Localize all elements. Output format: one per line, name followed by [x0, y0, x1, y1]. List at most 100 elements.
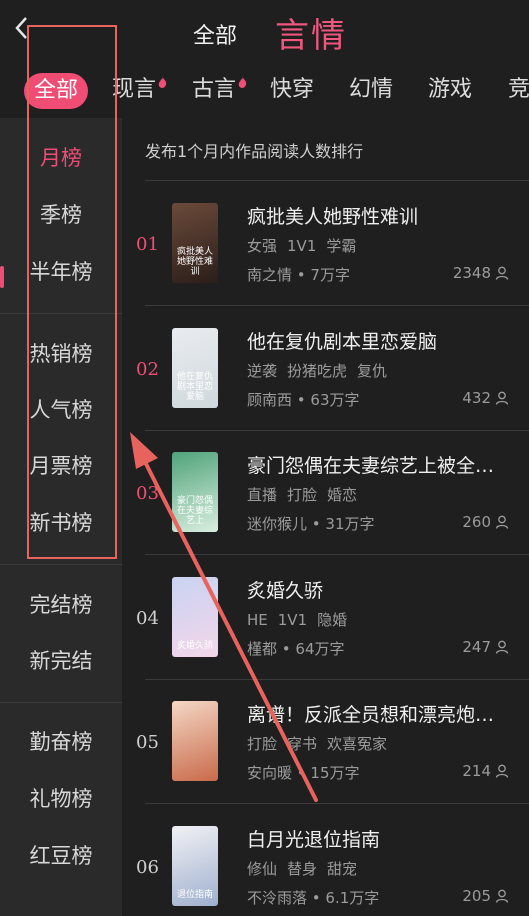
book-meta: 不泠雨落 • 6.1万字: [247, 887, 379, 908]
author-name: 迷你猴儿: [247, 515, 308, 533]
book-meta: 南之情 • 7万字: [247, 264, 350, 285]
read-count: 247: [462, 638, 509, 656]
reader-count: 260: [462, 513, 491, 531]
hot-flame-icon: [238, 73, 247, 88]
book-tags: 直播 打脸 婚恋: [247, 484, 367, 505]
tab-category-1[interactable]: 现言: [112, 70, 156, 110]
tab-category-4[interactable]: 幻情: [349, 70, 393, 110]
book-tags: 女强 1V1 学霸: [247, 235, 366, 256]
sidebar-item-11[interactable]: 红豆榜: [0, 828, 122, 884]
word-count: 31万字: [325, 515, 375, 533]
book-cover[interactable]: 疯批美人她野性难训: [172, 203, 218, 283]
tab-category-6[interactable]: 竞: [508, 70, 529, 110]
rank-number: 05: [136, 732, 159, 753]
book-meta: 安向暖 • 15万字: [247, 762, 360, 783]
rank-number: 03: [136, 483, 159, 504]
book-tag: 替身: [287, 859, 318, 878]
reader-count: 2348: [452, 264, 491, 282]
book-tag: 欢喜冤家: [327, 735, 388, 753]
sidebar-divider: [0, 564, 122, 565]
book-title[interactable]: 他在复仇剧本里恋爱脑: [247, 327, 507, 354]
book-meta: 槿都 • 64万字: [247, 638, 345, 659]
cover-title-art: 他在复仇剧本里恋爱脑: [176, 371, 213, 402]
word-count: 63万字: [310, 390, 360, 409]
read-count: 432: [462, 389, 509, 407]
read-count: 205: [462, 887, 509, 905]
book-row[interactable]: 02 他在复仇剧本里恋爱脑 他在复仇剧本里恋爱脑 逆袭 扮猪吃虎 复仇 顾南西 • …: [122, 307, 529, 431]
word-count: 64万字: [295, 639, 345, 658]
person-icon: [495, 266, 509, 280]
book-cover[interactable]: 炙婚久骄: [172, 576, 218, 657]
rank-number: 06: [136, 856, 159, 878]
book-tag: 扮猪吃虎: [287, 361, 348, 380]
cover-title-art: 豪门怨偶在夫妻综艺上: [176, 496, 213, 526]
book-tag: 打脸: [247, 735, 278, 753]
book-tags: 修仙 替身 甜宠: [247, 858, 367, 879]
book-cover[interactable]: 退位指南: [172, 825, 218, 906]
book-tags: 打脸 穿书 欢喜冤家: [247, 733, 397, 754]
dot-separator: •: [281, 639, 296, 658]
person-icon: [495, 764, 509, 778]
book-tag: 打脸: [287, 486, 318, 504]
book-cover[interactable]: 他在复仇剧本里恋爱脑: [172, 327, 218, 408]
rank-number: 01: [136, 234, 159, 255]
cover-title-art: 疯批美人她野性难训: [176, 247, 213, 277]
book-row[interactable]: 03 豪门怨偶在夫妻综艺上 豪门怨偶在夫妻综艺上被全网嗑疯 直播 打脸 婚恋 迷你猴…: [122, 431, 529, 555]
hot-flame-icon: [158, 73, 167, 88]
book-cover[interactable]: [172, 701, 218, 781]
author-name: 不泠雨落: [247, 888, 308, 907]
book-tag: HE: [247, 610, 268, 629]
book-tag: 穿书: [287, 735, 318, 753]
tab-category-2[interactable]: 古言: [192, 70, 236, 110]
tab-category-5[interactable]: 游戏: [428, 70, 472, 110]
sidebar-item-9[interactable]: 勤奋榜: [0, 714, 122, 770]
rank-number: 04: [136, 607, 159, 629]
book-row[interactable]: 04 炙婚久骄 炙婚久骄 HE 1V1 隐婚 槿都 • 64万字 247: [122, 556, 529, 680]
book-tag: 1V1: [287, 237, 317, 255]
sidebar-item-8[interactable]: 新完结: [0, 633, 122, 689]
book-tags: 逆袭 扮猪吃虎 复仇: [247, 360, 397, 381]
word-count: 15万字: [310, 764, 360, 782]
word-count: 6.1万字: [325, 888, 380, 907]
book-title[interactable]: 炙婚久骄: [247, 576, 507, 603]
book-row[interactable]: 05 离谱！反派全员想和漂亮炮灰贴贴 打脸 穿书 欢喜冤家 安向暖 • 15万字 2…: [122, 680, 529, 804]
book-meta: 顾南西 • 63万字: [247, 389, 360, 410]
author-name: 顾南西: [247, 390, 293, 409]
book-tag: 修仙: [247, 859, 278, 878]
sidebar-item-7[interactable]: 完结榜: [0, 577, 122, 633]
read-count: 214: [462, 762, 509, 780]
dot-separator: •: [296, 764, 311, 782]
author-name: 南之情: [247, 266, 293, 284]
sidebar-item-10[interactable]: 礼物榜: [0, 771, 122, 827]
book-tag: 婚恋: [327, 486, 358, 504]
divider: [145, 180, 529, 181]
book-title[interactable]: 离谱！反派全员想和漂亮炮灰贴贴: [247, 700, 507, 727]
book-title[interactable]: 疯批美人她野性难训: [247, 202, 507, 229]
book-cover[interactable]: 豪门怨偶在夫妻综艺上: [172, 452, 218, 532]
person-icon: [495, 889, 509, 903]
tab-all-header[interactable]: 全部: [193, 18, 237, 50]
book-title[interactable]: 豪门怨偶在夫妻综艺上被全网嗑疯: [247, 451, 507, 478]
reader-count: 247: [462, 637, 491, 656]
tab-category-3[interactable]: 快穿: [270, 70, 314, 110]
ranking-subtitle: 发布1个月内作品阅读人数排行: [145, 142, 364, 161]
book-tags: HE 1V1 隐婚: [247, 609, 357, 630]
author-name: 槿都: [247, 639, 278, 658]
person-icon: [495, 515, 509, 529]
dot-separator: •: [311, 515, 326, 533]
cover-title-art: 炙婚久骄: [176, 640, 213, 651]
dot-separator: •: [311, 888, 326, 907]
book-tag: 甜宠: [327, 859, 358, 878]
page-title: 言情: [275, 16, 347, 56]
dot-separator: •: [296, 266, 311, 284]
book-row[interactable]: 01 疯批美人她野性难训 疯批美人她野性难训 女强 1V1 学霸 南之情 • 7万字…: [122, 182, 529, 306]
reader-count: 432: [462, 388, 491, 407]
book-title[interactable]: 白月光退位指南: [247, 825, 507, 852]
author-name: 安向暖: [247, 764, 293, 782]
book-tag: 学霸: [326, 237, 357, 255]
sidebar-divider: [0, 702, 122, 703]
reader-count: 214: [462, 762, 491, 780]
book-row[interactable]: 06 退位指南 白月光退位指南 修仙 替身 甜宠 不泠雨落 • 6.1万字 205: [122, 805, 529, 916]
annotation-highlight-box: [27, 25, 117, 559]
book-tag: 女强: [247, 237, 278, 255]
